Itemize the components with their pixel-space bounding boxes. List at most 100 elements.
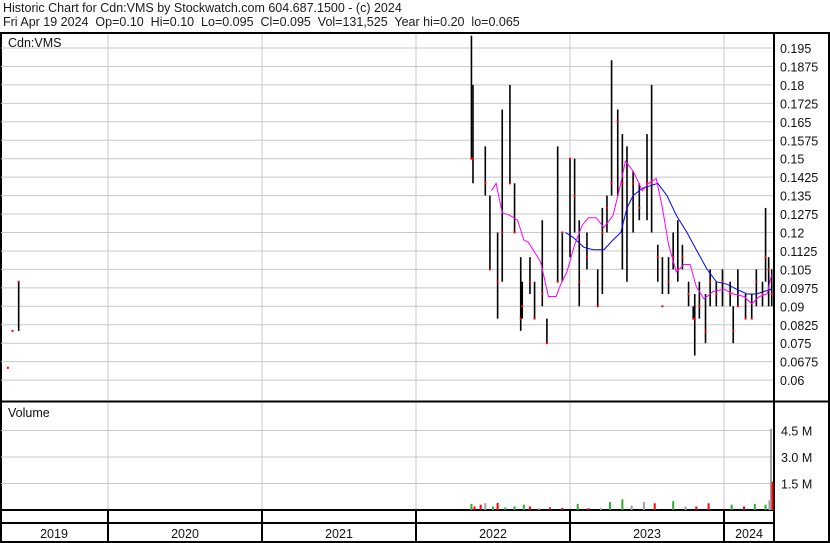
volume-bar (479, 504, 482, 510)
close-marker (687, 293, 690, 295)
close-marker (770, 293, 773, 295)
volume-bar (730, 504, 733, 510)
close-marker (704, 329, 707, 332)
close-marker (471, 157, 474, 160)
close-marker (533, 317, 536, 320)
volume-bar (587, 508, 590, 510)
volume-bar (609, 502, 612, 510)
close-marker (650, 182, 653, 185)
volume-bar (548, 507, 551, 510)
close-marker (11, 329, 14, 332)
close-marker (488, 268, 491, 271)
close-marker (496, 280, 499, 283)
stock-chart-window: Historic Chart for Cdn:VMS by Stockwatch… (0, 0, 830, 543)
volume-bar (630, 505, 633, 510)
close-marker (17, 280, 20, 283)
close-marker (761, 293, 764, 295)
close-marker (578, 280, 581, 283)
chart-canvas: 0.195 0.1875 0.18 0.1725 0.165 0.1575 0.15 0.14… (0, 32, 830, 543)
volume-tick-label: 4.5 M (781, 425, 812, 439)
price-tick-label: 0.1125 (780, 245, 817, 259)
volume-bar (672, 501, 675, 510)
close-marker (601, 231, 604, 234)
volume-bar (538, 508, 541, 510)
close-marker (556, 280, 559, 283)
volume-bar (695, 506, 698, 510)
volume-bar (642, 502, 645, 510)
price-tick-label: 0.09 (780, 300, 804, 314)
close-marker (501, 231, 504, 234)
volume-bar (513, 506, 516, 510)
volume-bar (484, 503, 487, 510)
close-marker (6, 366, 9, 369)
volume-bar (576, 503, 579, 510)
close-marker (610, 182, 613, 185)
price-tick-label: 0.1425 (780, 171, 818, 185)
close-marker (632, 182, 635, 185)
close-marker (528, 280, 531, 283)
price-tick-label: 0.135 (780, 190, 811, 204)
close-marker (638, 206, 641, 209)
price-tick-label: 0.15 (780, 153, 804, 167)
close-marker (561, 231, 564, 234)
price-tick-label: 0.195 (780, 42, 811, 56)
price-tick-label: 0.075 (780, 337, 811, 351)
price-tick-label: 0.0825 (780, 319, 818, 333)
close-marker (508, 182, 511, 185)
close-marker (681, 256, 684, 259)
price-tick-label: 0.1575 (780, 134, 818, 148)
price-tick-label: 0.1725 (780, 97, 818, 111)
volume-bar (504, 507, 507, 510)
close-marker (621, 182, 624, 185)
volume-bar (496, 502, 499, 510)
close-marker (736, 305, 739, 308)
year-label: 2023 (633, 527, 661, 541)
price-tick-label: 0.0675 (780, 356, 818, 370)
close-marker (764, 256, 767, 259)
close-marker (755, 280, 758, 283)
close-marker (569, 157, 571, 160)
price-tick-label: 0.105 (780, 263, 811, 277)
volume-bar (707, 503, 710, 510)
volume-bar (470, 503, 473, 510)
volume-bar (753, 503, 756, 510)
close-marker (484, 182, 487, 185)
price-tick-label: 0.1875 (780, 60, 818, 74)
close-marker (519, 317, 522, 320)
close-marker (715, 293, 718, 295)
close-marker (721, 280, 724, 283)
close-marker (744, 317, 747, 320)
year-label: 2020 (171, 527, 199, 541)
price-tick-label: 0.18 (780, 79, 804, 93)
volume-bar (621, 499, 624, 510)
year-label: 2021 (325, 527, 353, 541)
close-marker (616, 120, 619, 123)
volume-bar (522, 504, 525, 510)
close-marker (545, 342, 548, 345)
volume-bar (561, 507, 564, 510)
symbol-label: Cdn:VMS (8, 36, 62, 50)
close-marker (732, 329, 735, 332)
volume-bar (764, 504, 767, 510)
volume-bar (684, 506, 687, 510)
close-marker (605, 206, 608, 209)
close-marker (513, 231, 516, 234)
close-marker (541, 293, 544, 295)
close-marker (661, 305, 664, 308)
close-marker (693, 317, 696, 320)
volume-bar (473, 506, 476, 510)
price-tick-label: 0.1275 (780, 208, 818, 222)
year-label: 2022 (479, 527, 507, 541)
volume-bar (743, 506, 746, 510)
close-marker (521, 305, 524, 308)
close-marker (698, 305, 701, 308)
volume-bar (528, 506, 531, 510)
volume-label: Volume (8, 406, 50, 420)
close-marker (767, 268, 770, 271)
volume-bar (492, 506, 494, 510)
price-tick-label: 0.165 (780, 116, 811, 130)
price-tick-label: 0.12 (780, 227, 804, 241)
close-marker (667, 280, 670, 283)
volume-tick-label: 3.0 M (781, 451, 812, 465)
year-label: 2019 (40, 527, 68, 541)
